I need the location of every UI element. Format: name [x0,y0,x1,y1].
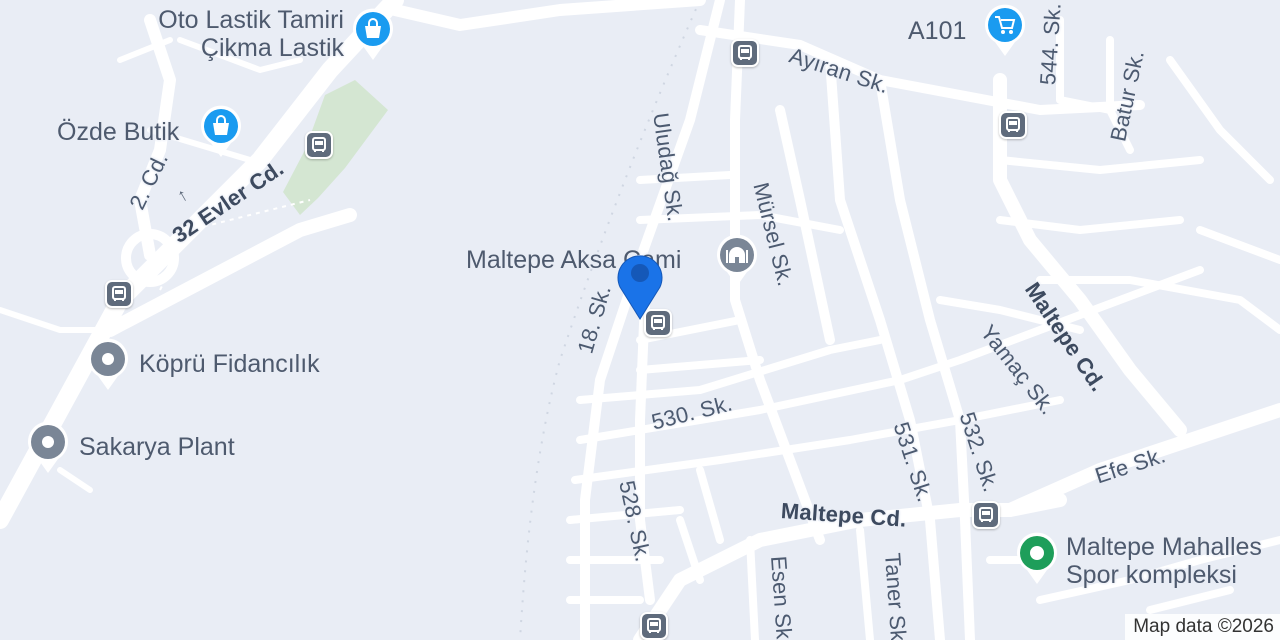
road-esen [746,536,759,640]
map-attribution[interactable]: Map data ©2026 [1125,614,1280,640]
poi-label-oto-lastik-line2: Çikma Lastik [200,34,344,62]
road-north [389,0,706,31]
road-544 [1056,16,1114,114]
road-taner [856,526,874,640]
bus-stop-icon[interactable] [999,111,1027,139]
rail-line [519,0,701,640]
road-s5 [696,466,724,544]
road-e1 [1196,226,1280,264]
bus-stop-icon[interactable] [640,612,668,640]
road-h9 [636,356,764,374]
road-h6 [636,171,734,184]
poi-label-oto-lastik-line1: Oto Lastik Tamiri [158,6,344,34]
sport-complex-icon[interactable] [1014,530,1060,586]
map-canvas[interactable]: Uludağ Sk. Ayıran Sk. 544. Sk. Batur Sk.… [0,0,1280,640]
poi-label-ozde-butik[interactable]: Özde Butik [57,118,179,146]
bus-stop-icon[interactable] [305,131,333,159]
location-marker-icon[interactable] [612,247,668,323]
place-icon[interactable] [25,419,71,475]
road-w1 [0,307,113,333]
poi-label-a101[interactable]: A101 [908,17,966,45]
bus-stop-icon[interactable] [972,501,1000,529]
mosque-icon[interactable] [714,232,760,288]
shopping-bag-icon[interactable] [350,6,396,62]
road-s3 [1146,586,1234,614]
place-icon[interactable] [85,336,131,392]
shopping-cart-icon[interactable] [982,2,1028,58]
poi-label-maltepe-spor-line1: Maltepe Mahalles [1066,533,1262,561]
poi-label-oto-lastik[interactable]: Oto Lastik Tamiri Çikma Lastik [130,6,344,62]
shopping-bag-icon[interactable] [198,103,244,159]
poi-label-sakarya-plant[interactable]: Sakarya Plant [79,433,235,461]
road-h11 [996,156,1204,174]
poi-label-maltepe-spor-line2: Spor kompleksi [1066,561,1237,589]
bus-stop-icon[interactable] [731,39,759,67]
poi-label-kopru-fidancilik[interactable]: Köprü Fidancılık [139,350,320,378]
poi-label-maltepe-spor[interactable]: Maltepe Mahalles Spor kompleksi [1066,533,1262,589]
bus-stop-icon[interactable] [105,280,133,308]
